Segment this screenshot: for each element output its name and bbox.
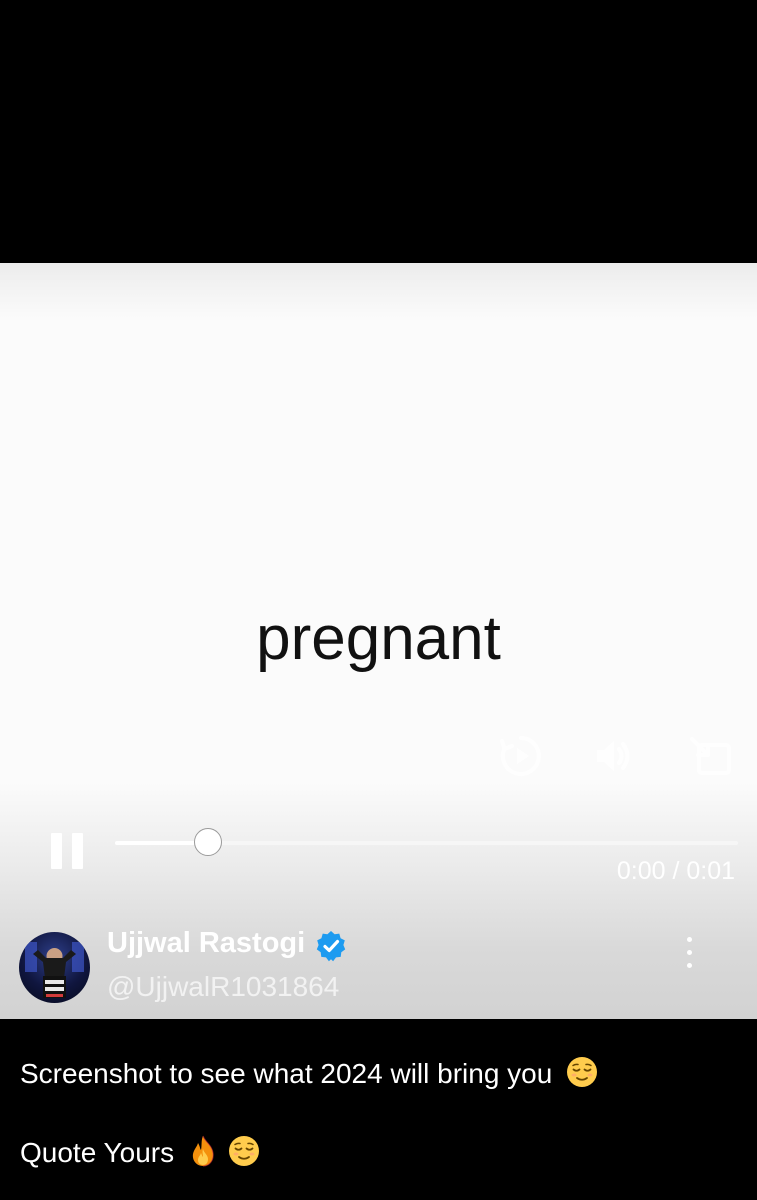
progress-track[interactable] xyxy=(115,828,738,856)
video-player[interactable]: pregnant 0:00 / 0:01 Ujjwal Rastogi @Ujj… xyxy=(0,263,757,1019)
volume-icon[interactable] xyxy=(593,735,635,777)
more-options-icon[interactable] xyxy=(680,935,700,971)
post-page: pregnant 0:00 / 0:01 Ujjwal Rastogi @Ujj… xyxy=(0,0,757,1200)
caption-text-1: Screenshot to see what 2024 will bring y… xyxy=(20,1058,553,1089)
author-row: Ujjwal Rastogi @UjjwalR1031864 xyxy=(0,923,757,1019)
author-handle[interactable]: @UjjwalR1031864 xyxy=(107,971,339,1003)
pause-button[interactable] xyxy=(48,831,88,871)
video-top-shade xyxy=(0,263,757,318)
verified-badge-icon xyxy=(316,931,346,962)
time-display: 0:00 / 0:01 xyxy=(616,857,735,885)
post-caption-line-2: Quote Yours xyxy=(20,1135,260,1169)
fire-emoji xyxy=(192,1135,214,1167)
video-frame-text: pregnant xyxy=(256,604,501,673)
pause-icon xyxy=(51,833,62,869)
avatar[interactable] xyxy=(19,932,90,1003)
author-name[interactable]: Ujjwal Rastogi xyxy=(107,927,305,960)
cast-icon[interactable] xyxy=(688,735,734,777)
relieved-face-emoji xyxy=(567,1057,598,1087)
relieved-face-emoji xyxy=(228,1136,259,1166)
post-caption-line-1: Screenshot to see what 2024 will bring y… xyxy=(20,1056,598,1090)
caption-text-2: Quote Yours xyxy=(20,1137,175,1168)
replay-icon[interactable] xyxy=(498,733,544,779)
